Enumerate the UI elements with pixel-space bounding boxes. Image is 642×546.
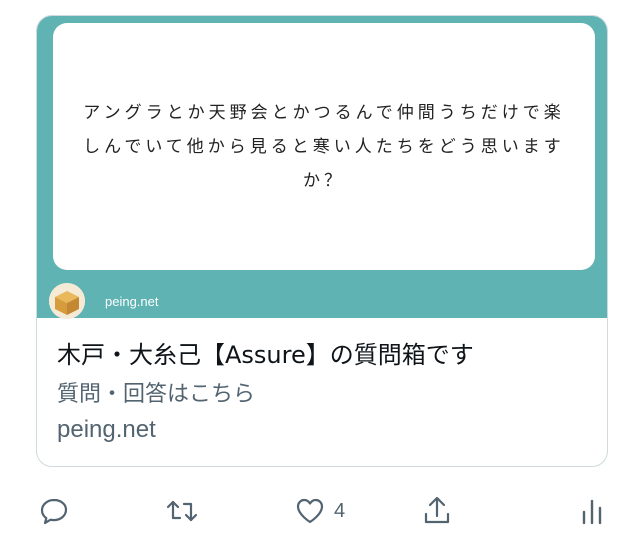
share-button[interactable] xyxy=(421,488,453,534)
share-upload-icon xyxy=(424,496,450,524)
like-count: 4 xyxy=(334,499,346,522)
card-title: 木戸・大糸己【Assure】の質問箱です xyxy=(57,341,474,369)
card-domain: peing.net xyxy=(57,416,156,443)
card-description: 質問・回答はこちら xyxy=(57,382,256,407)
avatar xyxy=(49,283,85,319)
link-card[interactable]: アングラとか天野会とかつるんで仲間うちだけで楽しんでいて他から見ると寒い人たちを… xyxy=(36,15,608,467)
tweet-action-bar: 4 xyxy=(0,488,642,534)
speech-bubble-icon xyxy=(40,498,68,525)
site-label: peing.net xyxy=(105,294,159,309)
reply-button[interactable] xyxy=(38,488,70,534)
card-image-footer: peing.net xyxy=(37,278,607,319)
box-icon xyxy=(49,283,85,319)
bar-chart-icon xyxy=(582,499,602,525)
question-text: アングラとか天野会とかつるんで仲間うちだけで楽しんでいて他から見ると寒い人たちを… xyxy=(83,102,565,191)
retweet-icon xyxy=(166,500,198,522)
card-text-area[interactable]: 木戸・大糸己【Assure】の質問箱です 質問・回答はこちら peing.net xyxy=(37,318,607,466)
question-box: アングラとか天野会とかつるんで仲間うちだけで楽しんでいて他から見ると寒い人たちを… xyxy=(53,23,595,270)
heart-icon xyxy=(296,498,324,524)
card-image: アングラとか天野会とかつるんで仲間うちだけで楽しんでいて他から見ると寒い人たちを… xyxy=(37,16,607,319)
retweet-button[interactable] xyxy=(164,488,200,534)
like-button[interactable]: 4 xyxy=(294,488,345,534)
analytics-button[interactable] xyxy=(578,488,606,534)
